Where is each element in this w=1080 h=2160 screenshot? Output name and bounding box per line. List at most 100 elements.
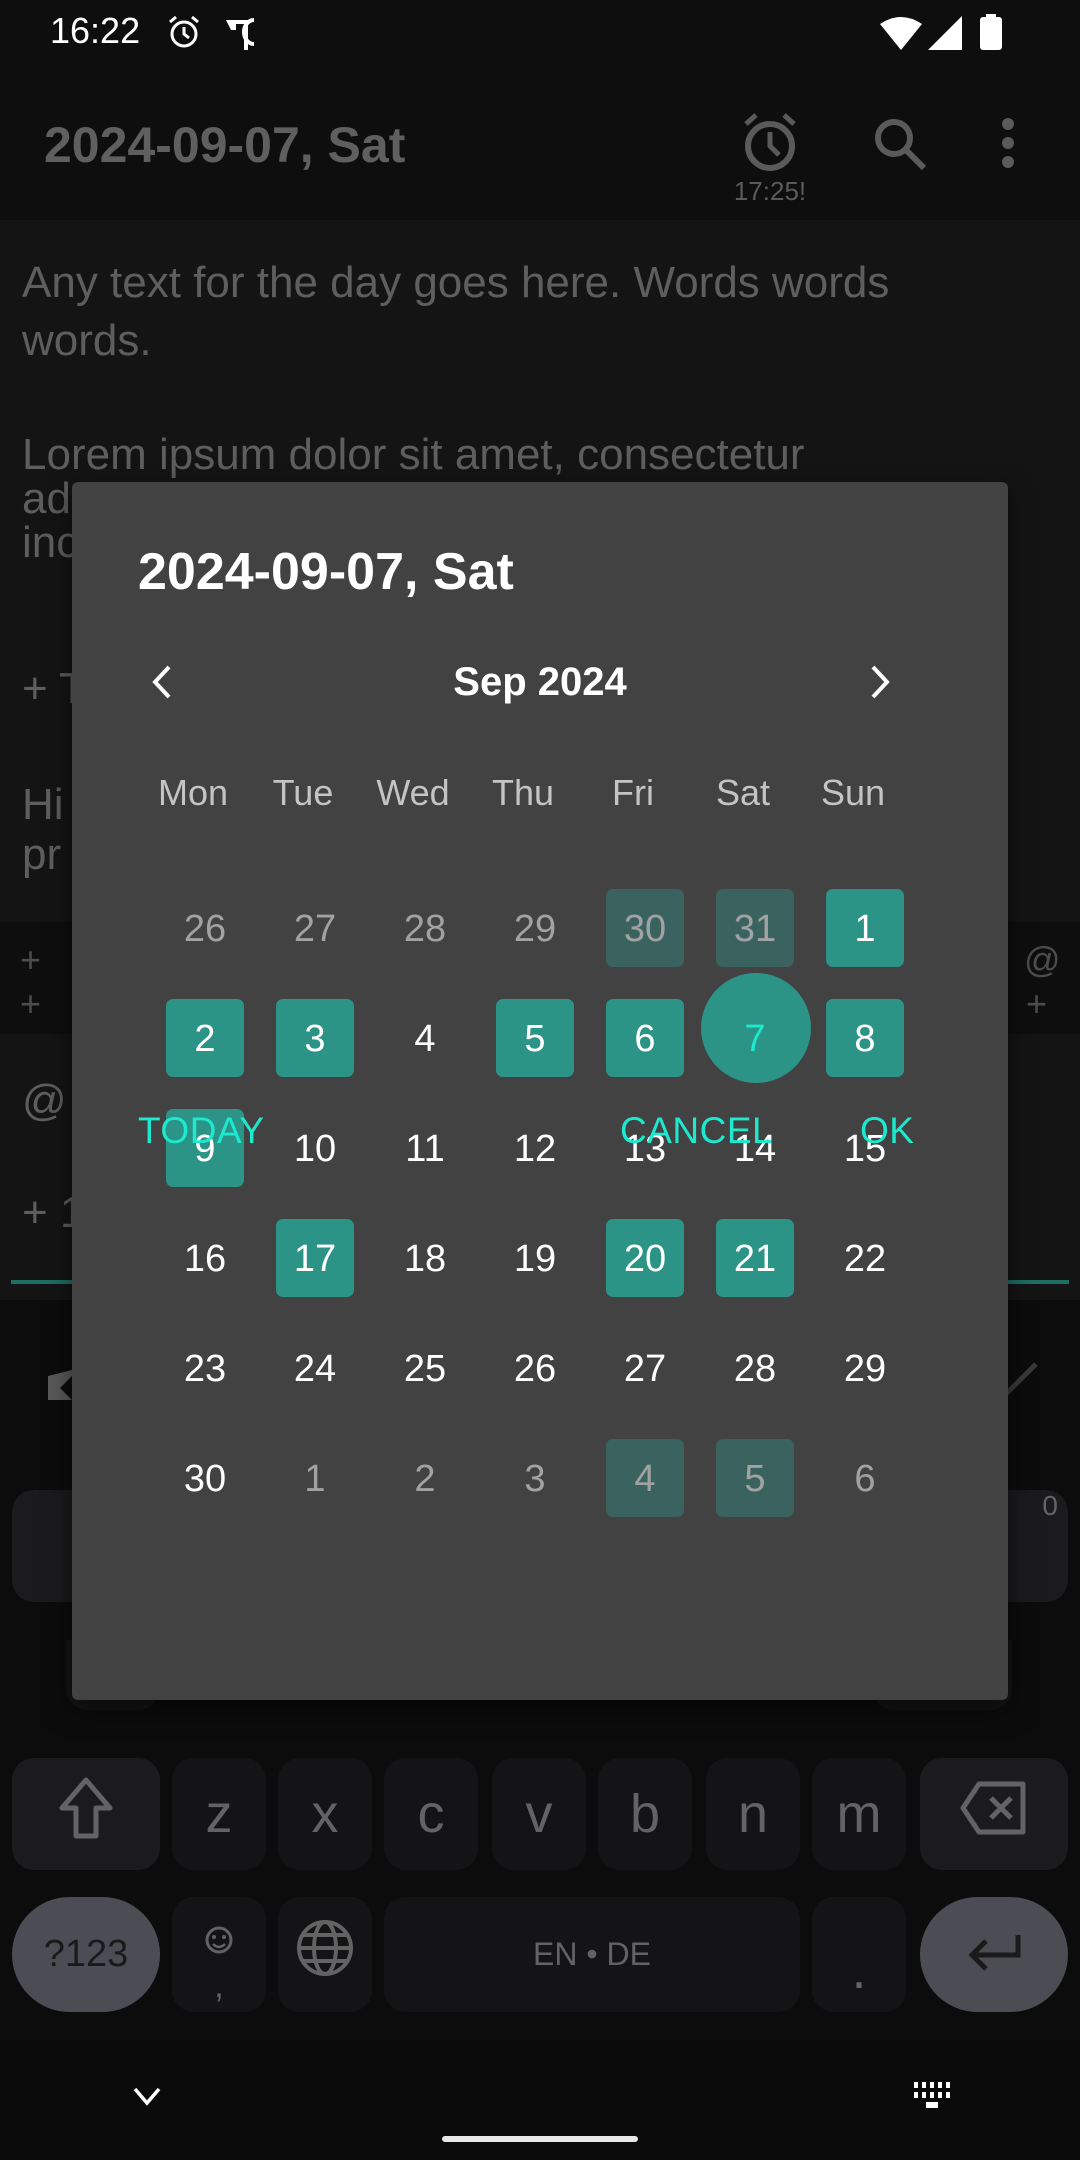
- calendar-day[interactable]: 28: [358, 862, 468, 972]
- day-number: 22: [843, 1237, 887, 1280]
- dialog-title: 2024-09-07, Sat: [138, 543, 514, 601]
- weekday-label: Fri: [612, 772, 654, 813]
- calendar-day[interactable]: 5: [688, 1412, 798, 1522]
- month-navigation: Sep 2024: [72, 652, 1008, 722]
- weekday-label: Tue: [272, 772, 334, 813]
- ok-button[interactable]: OK: [860, 1110, 914, 1152]
- date-picker-dialog: 2024-09-07, Sat Sep 2024 Mon Tue Wed Thu…: [72, 482, 1008, 1700]
- day-number: 2: [414, 1457, 436, 1500]
- calendar-day[interactable]: 11: [358, 1082, 468, 1192]
- calendar-week-row: 26 27 28 29 30 31 1: [138, 862, 908, 972]
- day-number: 30: [183, 1457, 227, 1500]
- calendar-day[interactable]: 28: [688, 1302, 798, 1412]
- calendar-week-row: 30 1 2 3 4 5 6: [138, 1412, 908, 1522]
- day-number: 25: [403, 1347, 447, 1390]
- day-number: 30: [623, 907, 667, 950]
- day-number: 2: [194, 1017, 216, 1060]
- day-number: 31: [733, 907, 777, 950]
- next-month-button[interactable]: [850, 654, 910, 714]
- calendar-day[interactable]: 17: [248, 1192, 358, 1302]
- day-number: 6: [634, 1017, 656, 1060]
- day-number: 5: [524, 1017, 546, 1060]
- calendar-day[interactable]: 22: [798, 1192, 908, 1302]
- day-number: 19: [513, 1237, 557, 1280]
- calendar-day[interactable]: 2: [138, 972, 248, 1082]
- day-number: 28: [403, 907, 447, 950]
- calendar-day[interactable]: 4: [358, 972, 468, 1082]
- calendar-day[interactable]: 2: [358, 1412, 468, 1522]
- day-number: 18: [403, 1237, 447, 1280]
- calendar-day[interactable]: 29: [468, 862, 578, 972]
- day-number: 3: [304, 1017, 326, 1060]
- day-number: 4: [634, 1457, 656, 1500]
- calendar-day[interactable]: 26: [138, 862, 248, 972]
- day-number: 26: [183, 907, 227, 950]
- day-number: 27: [623, 1347, 667, 1390]
- weekday-header: Mon Tue Wed Thu Fri Sat Sun: [138, 772, 908, 822]
- calendar-week-row: 23 24 25 26 27 28 29: [138, 1302, 908, 1412]
- calendar-day[interactable]: 24: [248, 1302, 358, 1412]
- calendar-week-row: 16 17 18 19 20 21 22: [138, 1192, 908, 1302]
- day-number: 17: [293, 1237, 337, 1280]
- day-number: 28: [733, 1347, 777, 1390]
- navigation-bar: [0, 2040, 1080, 2160]
- day-number: 5: [744, 1457, 766, 1500]
- calendar-day[interactable]: 26: [468, 1302, 578, 1412]
- calendar-day[interactable]: 1: [248, 1412, 358, 1522]
- day-number: 16: [183, 1237, 227, 1280]
- calendar-day[interactable]: 3: [468, 1412, 578, 1522]
- calendar-day[interactable]: 6: [798, 1412, 908, 1522]
- day-number: 24: [293, 1347, 337, 1390]
- weekday-label: Sun: [820, 772, 886, 813]
- calendar-day[interactable]: 31: [688, 862, 798, 972]
- hide-keyboard-icon[interactable]: [132, 2086, 162, 2111]
- calendar-day[interactable]: 1: [798, 862, 908, 972]
- day-number: 21: [733, 1237, 777, 1280]
- calendar-day[interactable]: 29: [798, 1302, 908, 1412]
- day-number: 3: [524, 1457, 546, 1500]
- day-number: 29: [513, 907, 557, 950]
- day-number: 7: [744, 1017, 766, 1060]
- day-number: 8: [854, 1017, 876, 1060]
- day-number: 23: [183, 1347, 227, 1390]
- day-number: 1: [304, 1457, 326, 1500]
- weekday-label: Mon: [157, 772, 229, 813]
- day-number: 1: [854, 907, 876, 950]
- calendar-day[interactable]: 5: [468, 972, 578, 1082]
- chevron-right-icon: [869, 664, 891, 705]
- calendar-day[interactable]: 25: [358, 1302, 468, 1412]
- keyboard-switcher-icon[interactable]: [912, 2082, 956, 2117]
- calendar-day[interactable]: 19: [468, 1192, 578, 1302]
- home-gesture-pill[interactable]: [442, 2136, 638, 2142]
- cancel-button[interactable]: CANCEL: [620, 1110, 773, 1152]
- calendar-day[interactable]: 30: [138, 1412, 248, 1522]
- calendar-day[interactable]: 8: [798, 972, 908, 1082]
- day-number: 12: [513, 1127, 557, 1170]
- day-number: 10: [293, 1127, 337, 1170]
- weekday-label: Thu: [491, 772, 555, 813]
- day-number: 27: [293, 907, 337, 950]
- day-number: 11: [405, 1127, 445, 1170]
- weekday-label: Sat: [715, 772, 771, 813]
- calendar-day[interactable]: 3: [248, 972, 358, 1082]
- calendar-week-row: 2 3 4 5 6 7 8: [138, 972, 908, 1083]
- calendar-day[interactable]: 18: [358, 1192, 468, 1302]
- day-number: 20: [623, 1237, 667, 1280]
- calendar-day[interactable]: 4: [578, 1412, 688, 1522]
- calendar-day[interactable]: 16: [138, 1192, 248, 1302]
- calendar-day[interactable]: 6: [578, 972, 688, 1082]
- day-number: 29: [843, 1347, 887, 1390]
- calendar-grid: 26 27 28 29 30 31 1 2 3 4 5 6 7 8 9 10 11 12 13 14 15 16 17 18 1…: [138, 862, 908, 1522]
- calendar-day[interactable]: 12: [468, 1082, 578, 1192]
- weekday-label: Wed: [376, 772, 450, 813]
- calendar-day[interactable]: 27: [248, 862, 358, 972]
- calendar-day[interactable]: 23: [138, 1302, 248, 1412]
- calendar-day[interactable]: 20: [578, 1192, 688, 1302]
- calendar-day[interactable]: 30: [578, 862, 688, 972]
- calendar-day[interactable]: 27: [578, 1302, 688, 1412]
- calendar-day[interactable]: 21: [688, 1192, 798, 1302]
- day-number: 26: [513, 1347, 557, 1390]
- today-button[interactable]: TODAY: [138, 1110, 265, 1152]
- day-number: 4: [414, 1017, 436, 1060]
- calendar-day-selected[interactable]: 7: [688, 972, 811, 1083]
